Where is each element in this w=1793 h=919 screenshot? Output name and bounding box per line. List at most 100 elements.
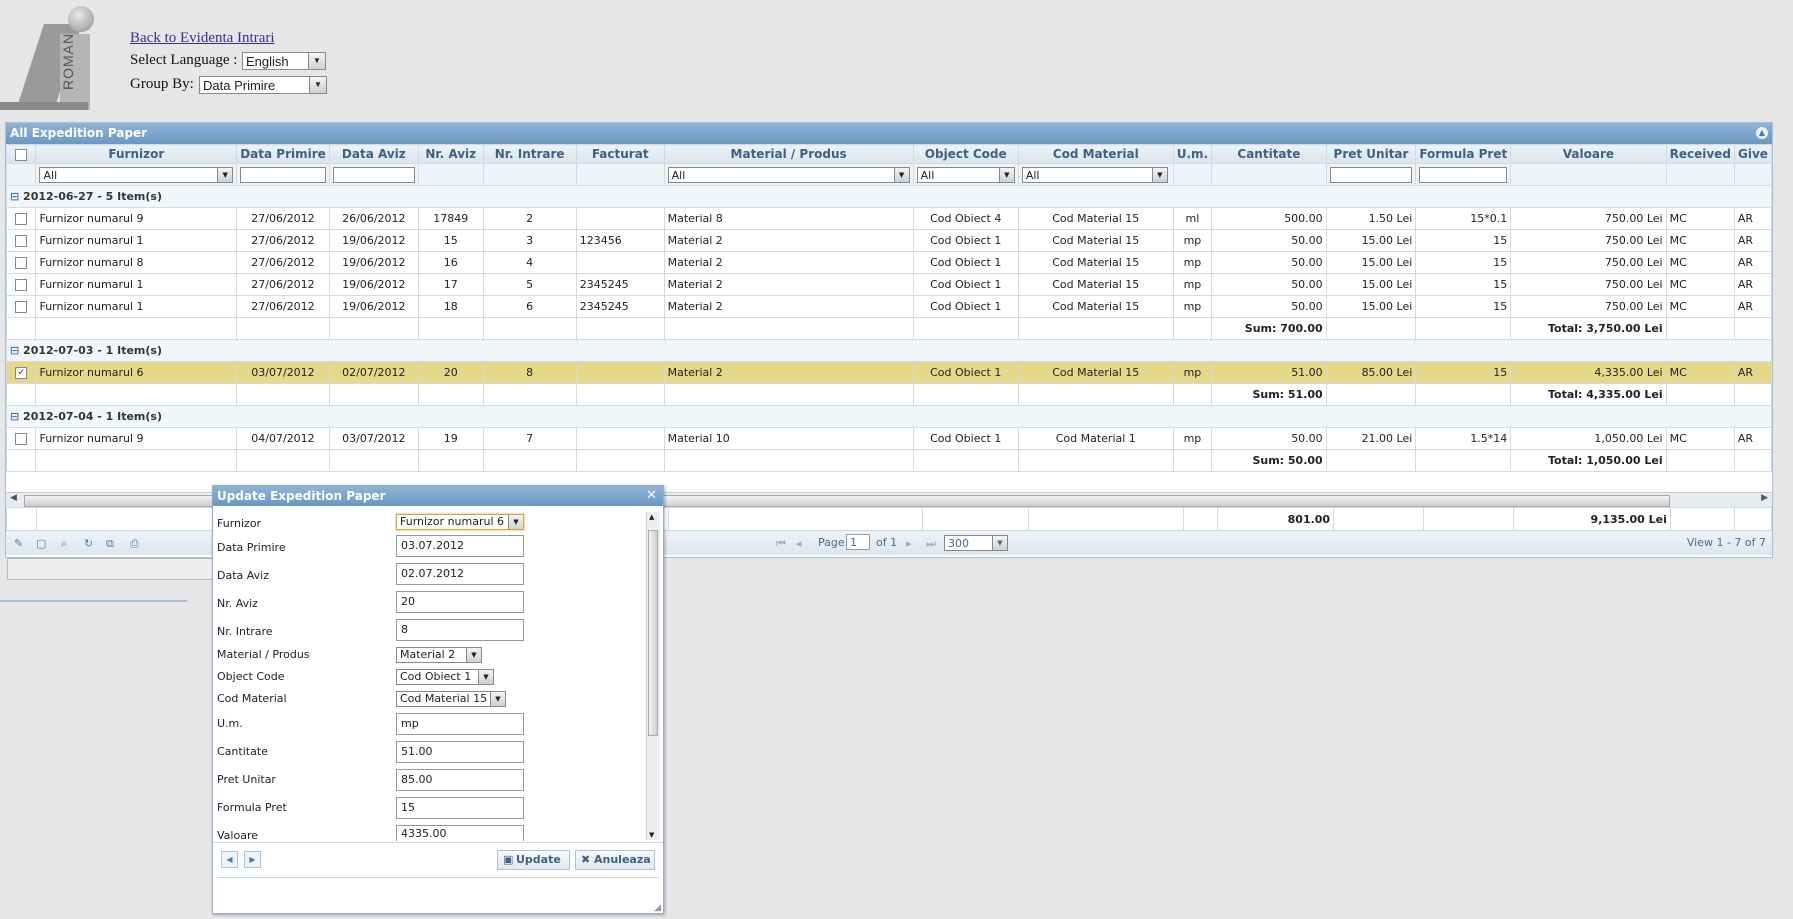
collapse-icon[interactable]: ▲: [1756, 127, 1768, 139]
column-header[interactable]: Received: [1665, 144, 1735, 164]
column-header[interactable]: Cod Material: [1017, 144, 1174, 164]
groupby-select[interactable]: Data Primire ▼: [199, 76, 327, 94]
back-link[interactable]: Back to Evidenta Intrari: [130, 30, 275, 47]
dialog-scrollbar[interactable]: ▲ ▼: [646, 512, 660, 840]
filter-pret-unitar[interactable]: [1329, 166, 1413, 183]
prev-page-icon[interactable]: ◂: [796, 537, 802, 550]
group-summary-row: Sum: 51.00 Total: 4,335.00 Lei: [5, 383, 1773, 406]
column-header[interactable]: Facturat: [575, 144, 665, 164]
column-header[interactable]: Data Aviz: [328, 144, 419, 164]
table-row[interactable]: Furnizor numarul 1 27/06/2012 19/06/2012 18…: [5, 295, 1773, 318]
table-row[interactable]: Furnizor numarul 1 27/06/2012 19/06/2012 17…: [5, 273, 1773, 296]
table-cell: Material 2: [663, 251, 914, 274]
filter-cod-material[interactable]: All ▼: [1021, 166, 1168, 183]
page-input[interactable]: 1: [846, 534, 870, 550]
filter-material[interactable]: All ▼: [667, 166, 910, 183]
material-select[interactable]: Material 2 ▼: [396, 647, 482, 663]
table-row[interactable]: Furnizor numarul 9 27/06/2012 26/06/2012 17…: [5, 207, 1773, 230]
column-header[interactable]: U.m.: [1172, 144, 1213, 164]
cancel-button[interactable]: ✖ Anuleaza: [575, 850, 655, 870]
next-page-icon[interactable]: ▸: [906, 537, 912, 550]
row-checkbox[interactable]: [15, 235, 28, 247]
select-all-header[interactable]: [5, 144, 37, 164]
group-row[interactable]: ⊟ 2012-07-03 - 1 Item(s): [6, 339, 1772, 362]
column-header[interactable]: Formula Pret: [1415, 144, 1512, 164]
table-cell: 2345245: [575, 273, 665, 296]
object-code-select[interactable]: Cod Obiect 1 ▼: [396, 669, 494, 685]
edit-icon[interactable]: ✎: [14, 537, 23, 550]
filter-object-code[interactable]: All ▼: [916, 166, 1015, 183]
column-header[interactable]: Material / Produs: [663, 144, 914, 164]
formula-pret-input[interactable]: 15: [396, 797, 524, 819]
table-cell: [575, 427, 665, 450]
row-checkbox[interactable]: [15, 301, 28, 313]
scroll-down-icon[interactable]: ▼: [649, 831, 654, 839]
search-icon[interactable]: ⌕: [61, 537, 67, 551]
collapse-group-icon[interactable]: ⊟: [10, 344, 23, 357]
last-page-icon[interactable]: ⏭: [926, 537, 936, 551]
refresh-icon[interactable]: ↻: [84, 537, 93, 550]
update-button[interactable]: ▣ Update: [497, 850, 570, 870]
language-select[interactable]: English ▼: [242, 52, 326, 70]
close-icon[interactable]: ✕: [646, 486, 657, 506]
data-primire-input[interactable]: 03.07.2012: [396, 535, 524, 557]
next-record-icon[interactable]: ▶: [244, 851, 261, 868]
table-cell: 15.00 Lei: [1325, 273, 1417, 296]
collapse-group-icon[interactable]: ⊟: [10, 190, 23, 203]
table-row[interactable]: Furnizor numarul 1 27/06/2012 19/06/2012 15…: [5, 229, 1773, 252]
table-row[interactable]: Furnizor numarul 8 27/06/2012 19/06/2012 16…: [5, 251, 1773, 274]
column-header[interactable]: Nr. Intrare: [482, 144, 577, 164]
row-checkbox[interactable]: [15, 433, 28, 445]
cantitate-input[interactable]: 51.00: [396, 741, 524, 763]
table-cell: 15: [417, 229, 484, 252]
table-cell: Furnizor numarul 1: [35, 229, 238, 252]
filter-formula-pret[interactable]: [1419, 166, 1508, 183]
row-checkbox[interactable]: [15, 213, 28, 225]
scroll-left-icon[interactable]: ◀: [10, 493, 17, 503]
data-aviz-input[interactable]: 02.07.2012: [396, 563, 524, 585]
row-checkbox[interactable]: [15, 279, 28, 291]
table-cell: 50.00: [1211, 427, 1327, 450]
row-checkbox[interactable]: [15, 257, 28, 269]
column-header[interactable]: Furnizor: [35, 144, 238, 164]
column-header[interactable]: Valoare: [1510, 144, 1667, 164]
table-row[interactable]: Furnizor numarul 9 04/07/2012 03/07/2012 19…: [5, 427, 1773, 450]
first-page-icon[interactable]: ⏮: [776, 537, 786, 551]
valoare-input[interactable]: 4335.00: [396, 825, 524, 841]
rows-per-page-select[interactable]: 300 ▼: [944, 535, 1008, 551]
print-icon[interactable]: ⎙: [130, 537, 139, 551]
scroll-up-icon[interactable]: ▲: [649, 513, 654, 521]
group-row[interactable]: ⊟ 2012-06-27 - 5 Item(s): [6, 185, 1772, 208]
filter-data-aviz[interactable]: [332, 166, 415, 183]
filter-data-primire[interactable]: [240, 166, 326, 183]
prev-record-icon[interactable]: ◀: [221, 851, 238, 868]
language-label: Select Language :: [130, 52, 238, 68]
group-row[interactable]: ⊟ 2012-07-04 - 1 Item(s): [6, 405, 1772, 428]
collapse-group-icon[interactable]: ⊟: [10, 410, 23, 423]
column-header[interactable]: Pret Unitar: [1325, 144, 1417, 164]
column-header[interactable]: Cantitate: [1211, 144, 1327, 164]
nr-aviz-input[interactable]: 20: [396, 591, 524, 613]
columns-icon[interactable]: ⧉: [106, 537, 114, 551]
table-cell: MC: [1665, 427, 1735, 450]
view-count: View 1 - 7 of 7: [1686, 536, 1766, 549]
um-input[interactable]: mp: [396, 713, 524, 735]
column-header[interactable]: Object Code: [912, 144, 1019, 164]
nr-intrare-input[interactable]: 8: [396, 619, 524, 641]
table-row[interactable]: ✓ Furnizor numarul 6 03/07/2012 02/07/2012 2…: [5, 361, 1773, 384]
cod-material-select[interactable]: Cod Material 15 ▼: [396, 691, 506, 707]
table-cell: Material 2: [663, 361, 914, 384]
select-all-checkbox[interactable]: [15, 148, 28, 161]
filter-furnizor[interactable]: All ▼: [39, 166, 234, 183]
resize-handle-icon[interactable]: ◢: [654, 903, 661, 913]
scroll-right-icon[interactable]: ▶: [1761, 493, 1768, 503]
table-cell: 8: [482, 361, 577, 384]
add-icon[interactable]: ▢: [36, 537, 46, 550]
column-header[interactable]: Data Primire: [236, 144, 330, 164]
column-header[interactable]: Give: [1733, 144, 1773, 164]
furnizor-select[interactable]: Furnizor numarul 6 ▼: [396, 514, 524, 530]
dialog-scroll-thumb[interactable]: [648, 530, 658, 736]
pret-unitar-input[interactable]: 85.00: [396, 769, 524, 791]
row-checkbox[interactable]: ✓: [15, 367, 28, 379]
column-header[interactable]: Nr. Aviz: [417, 144, 484, 164]
